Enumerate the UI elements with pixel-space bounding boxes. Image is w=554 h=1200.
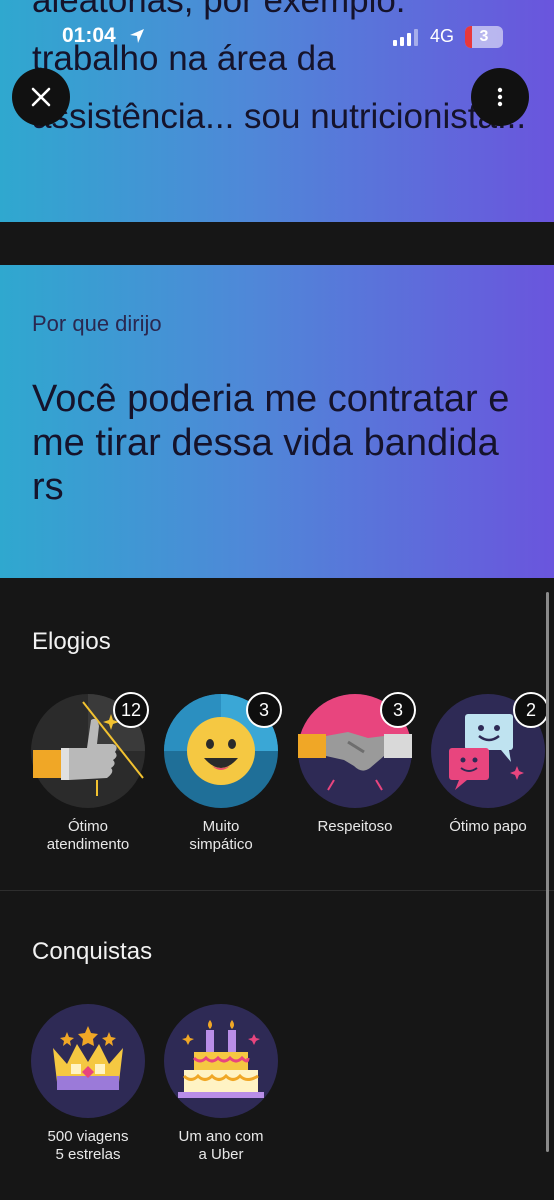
praise-badge-great-chat[interactable]: 2 Ótimo papo	[418, 692, 554, 836]
praise-label: Ótimo papo	[449, 818, 527, 835]
praise-badge-very-friendly[interactable]: 3 Muito simpático	[151, 692, 291, 854]
praise-label: Ótimo atendimento	[46, 818, 130, 853]
scrollbar[interactable]	[546, 592, 549, 1152]
crown-icon	[31, 1004, 145, 1118]
vertical-dots-icon	[497, 87, 503, 107]
more-options-button[interactable]	[471, 68, 529, 126]
achievement-badge-500-trips[interactable]: 500 viagens 5 estrelas	[18, 1004, 158, 1164]
achievement-label: 500 viagens 5 estrelas	[47, 1128, 129, 1163]
status-bar: 01:04 4G 3	[0, 0, 554, 76]
battery-level: 3	[479, 28, 489, 45]
praise-label: Muito simpático	[189, 818, 253, 853]
praise-count: 12	[113, 692, 149, 728]
birthday-cake-icon	[164, 1004, 278, 1118]
close-icon	[31, 87, 51, 107]
section-divider	[0, 890, 554, 891]
status-time: 01:04	[62, 24, 116, 47]
praise-section-title: Elogios	[32, 628, 111, 655]
network-type: 4G	[430, 26, 455, 46]
praise-count: 3	[380, 692, 416, 728]
close-button[interactable]	[12, 68, 70, 126]
praise-count: 2	[513, 692, 549, 728]
drive-reason-quote: Você poderia me contratar e me tirar des…	[32, 378, 510, 508]
drive-reason-card: Por que dirijo Você poderia me contratar…	[0, 265, 554, 578]
achievements-section-title: Conquistas	[32, 938, 153, 965]
praise-badge-great-service[interactable]: 12 Ótimo atendimento	[18, 692, 158, 854]
praise-label: Respeitoso	[317, 818, 393, 835]
cellular-signal-icon	[393, 28, 418, 46]
location-arrow-icon	[130, 29, 144, 43]
praise-badge-respectful[interactable]: 3 Respeitoso	[285, 692, 425, 836]
drive-reason-label: Por que dirijo	[32, 311, 162, 336]
praise-count: 3	[246, 692, 282, 728]
battery-icon: 3	[465, 26, 503, 48]
achievement-label: Um ano com a Uber	[178, 1128, 264, 1163]
achievement-badge-one-year[interactable]: Um ano com a Uber	[151, 1004, 291, 1164]
